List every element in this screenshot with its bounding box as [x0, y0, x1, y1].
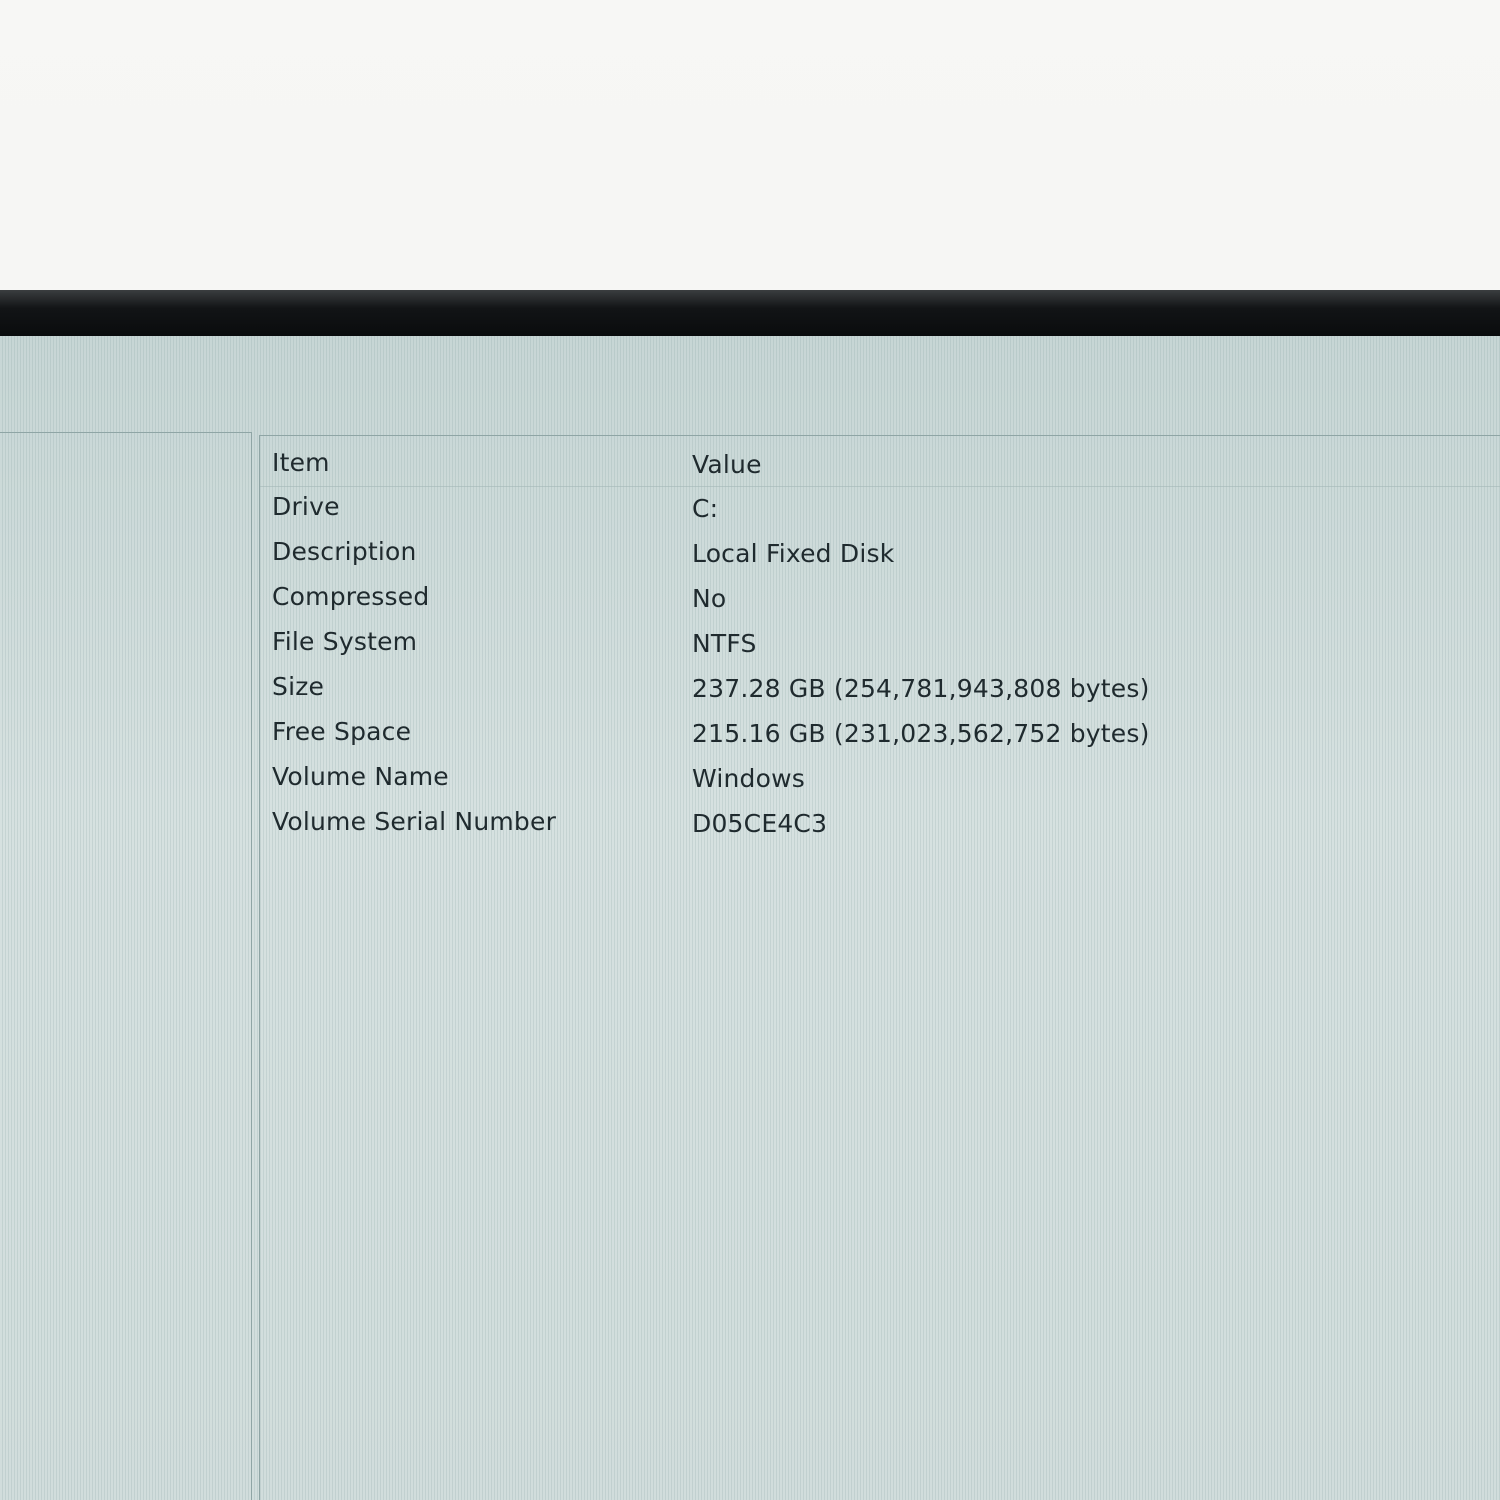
table-row[interactable]: Volume Name Windows [260, 760, 1500, 804]
table-row[interactable]: File System NTFS [260, 625, 1500, 669]
column-header-row: Item Value [260, 436, 1500, 487]
row-item-file-system: File System [272, 627, 418, 656]
row-value-description: Local Fixed Disk [692, 539, 895, 568]
details-list-view[interactable]: Item Value Drive C: Description Local Fi… [259, 435, 1500, 1500]
column-header-item[interactable]: Item [272, 448, 330, 477]
row-value-file-system: NTFS [692, 629, 757, 658]
table-row[interactable]: Volume Serial Number D05CE4C3 [260, 805, 1500, 849]
category-tree-pane[interactable] [0, 432, 252, 1500]
row-item-free-space: Free Space [272, 717, 412, 746]
row-item-description: Description [272, 537, 417, 566]
row-item-volume-serial-number: Volume Serial Number [272, 807, 557, 836]
row-value-size: 237.28 GB (254,781,943,808 bytes) [692, 674, 1150, 703]
row-value-volume-serial-number: D05CE4C3 [692, 809, 828, 838]
monitor-bezel [0, 290, 1500, 336]
row-value-volume-name: Windows [692, 764, 805, 793]
row-item-drive: Drive [272, 492, 340, 521]
row-item-size: Size [272, 672, 325, 701]
row-value-drive: C: [692, 494, 719, 523]
column-header-value[interactable]: Value [692, 450, 762, 479]
row-value-free-space: 215.16 GB (231,023,562,752 bytes) [692, 719, 1150, 748]
row-item-compressed: Compressed [272, 582, 430, 611]
photo-scene: Item Value Drive C: Description Local Fi… [0, 0, 1500, 1500]
table-row[interactable]: Description Local Fixed Disk [260, 535, 1500, 579]
row-item-volume-name: Volume Name [272, 762, 449, 791]
screen: Item Value Drive C: Description Local Fi… [0, 336, 1500, 1500]
row-value-compressed: No [692, 584, 727, 613]
table-row[interactable]: Size 237.28 GB (254,781,943,808 bytes) [260, 670, 1500, 714]
table-row[interactable]: Free Space 215.16 GB (231,023,562,752 by… [260, 715, 1500, 759]
table-row[interactable]: Drive C: [260, 490, 1500, 534]
table-row[interactable]: Compressed No [260, 580, 1500, 624]
